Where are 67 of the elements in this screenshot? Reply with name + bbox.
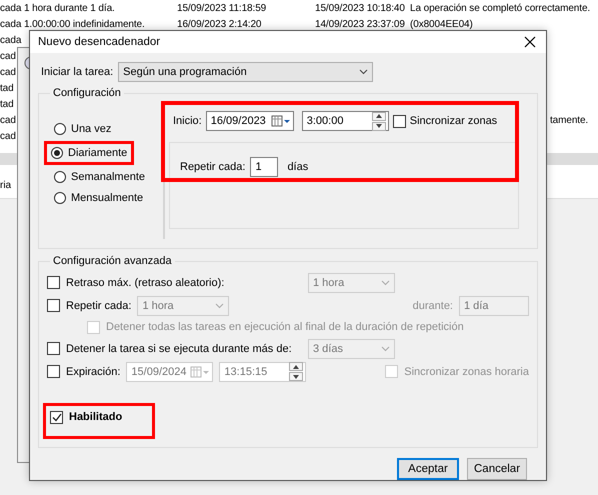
dialog-button[interactable]: Aceptar bbox=[397, 458, 459, 480]
duration-label: durante: bbox=[412, 298, 453, 312]
checkbox[interactable] bbox=[50, 410, 63, 424]
dropdown-caret-icon bbox=[381, 346, 390, 352]
group-title: Configuración avanzada bbox=[52, 255, 173, 267]
table-cell: 15/09/2023 10:18:40 bbox=[315, 2, 405, 14]
table-cell: cada bbox=[0, 34, 22, 46]
time-field[interactable]: 3:00:00 bbox=[302, 111, 389, 131]
radio-button[interactable] bbox=[51, 147, 63, 159]
duration-dropdown[interactable]: 1 hora bbox=[308, 272, 395, 292]
dropdown-caret-icon bbox=[215, 302, 224, 308]
checkbox[interactable] bbox=[47, 276, 60, 289]
duration-dropdown[interactable]: 3 días bbox=[308, 338, 395, 358]
option-label: Sincronizar zonas bbox=[410, 114, 498, 128]
option-label: Expiración: bbox=[66, 364, 120, 378]
radio-button[interactable] bbox=[54, 192, 66, 204]
option-label: Una vez bbox=[71, 122, 112, 136]
window-title: Nuevo desencadenador bbox=[38, 36, 160, 48]
table-cell: tad bbox=[0, 98, 14, 110]
radio-button[interactable] bbox=[54, 123, 66, 135]
field-label: Inicio: bbox=[173, 114, 202, 128]
option-label: Semanalmente bbox=[71, 170, 145, 184]
option-label: Detener la tarea si se ejecuta durante más de: bbox=[66, 342, 293, 356]
table-cell: La operación se completó correctamente. bbox=[410, 2, 590, 14]
option-label: Detener todas las tareas en ejecución al final de la duración de repetición bbox=[106, 320, 464, 334]
dropdown-caret-icon bbox=[359, 69, 368, 75]
table-cell: cad bbox=[0, 130, 16, 142]
option-label: Mensualmente bbox=[71, 191, 144, 205]
table-cell: 16/09/2023 2:14:20 bbox=[177, 18, 262, 30]
table-cell: tamente. bbox=[550, 114, 588, 126]
start-dropdown[interactable]: Según una programación bbox=[118, 62, 374, 82]
time-spinner[interactable] bbox=[372, 112, 386, 130]
table-cell: cad bbox=[0, 66, 16, 78]
option-label: Sincronizar zonas horaria bbox=[404, 364, 529, 378]
table-cell: 14/09/2023 23:37:09 bbox=[315, 18, 405, 30]
radio-button[interactable] bbox=[54, 171, 66, 183]
unit-label: días bbox=[287, 160, 308, 174]
interval-field[interactable]: 1 bbox=[250, 157, 278, 178]
table-cell: 15/09/2023 11:18:59 bbox=[177, 2, 266, 14]
interval-dropdown[interactable]: 1 hora bbox=[137, 296, 230, 316]
dialog-button[interactable]: Cancelar bbox=[467, 458, 527, 480]
date-field[interactable]: 15/09/2024 bbox=[126, 362, 214, 382]
table-cell: cada 1.00:00:00 indefinidamente. bbox=[0, 18, 145, 30]
group-title: Configuración bbox=[52, 87, 122, 99]
table-cell: ria bbox=[0, 180, 12, 192]
table-cell: (0x8004EE04) bbox=[410, 18, 473, 30]
field-label: Iniciar la tarea: bbox=[41, 65, 114, 79]
time-field[interactable]: 13:15:15 bbox=[219, 362, 306, 382]
checkbox[interactable] bbox=[47, 342, 60, 355]
time-spinner[interactable] bbox=[289, 362, 304, 381]
option-label: Diariamente bbox=[68, 146, 128, 160]
date-field[interactable]: 16/09/2023 bbox=[206, 111, 294, 131]
field-label: Repetir cada: bbox=[180, 160, 246, 174]
table-cell: cad bbox=[0, 50, 16, 62]
checkbox[interactable] bbox=[392, 114, 406, 128]
checkbox[interactable] bbox=[47, 299, 60, 312]
dropdown-caret-icon bbox=[381, 280, 390, 286]
close-button[interactable] bbox=[522, 34, 538, 50]
option-label: Retraso máx. (retraso aleatorio): bbox=[66, 276, 226, 290]
table-cell: cada 1 hora durante 1 día. bbox=[0, 2, 115, 14]
duration-dropdown[interactable]: 1 día bbox=[459, 296, 529, 316]
table-cell: tad bbox=[0, 82, 14, 94]
checkbox[interactable] bbox=[47, 365, 60, 378]
table-cell: cad bbox=[0, 114, 16, 126]
option-label: Repetir cada: bbox=[66, 298, 132, 312]
option-label: Habilitado bbox=[69, 410, 122, 424]
calendar-icon[interactable] bbox=[270, 115, 291, 127]
